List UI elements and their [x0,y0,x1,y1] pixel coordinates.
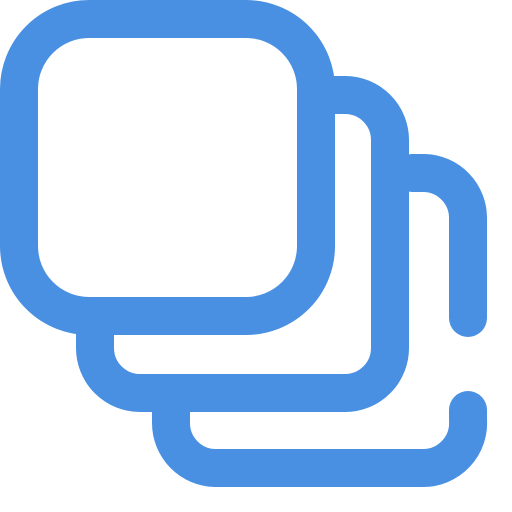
front-square [0,0,335,335]
stacked-squares-icon [0,0,488,488]
middle-square [76,76,409,412]
icon-strokes [0,0,488,488]
icon-canvas [0,0,512,512]
